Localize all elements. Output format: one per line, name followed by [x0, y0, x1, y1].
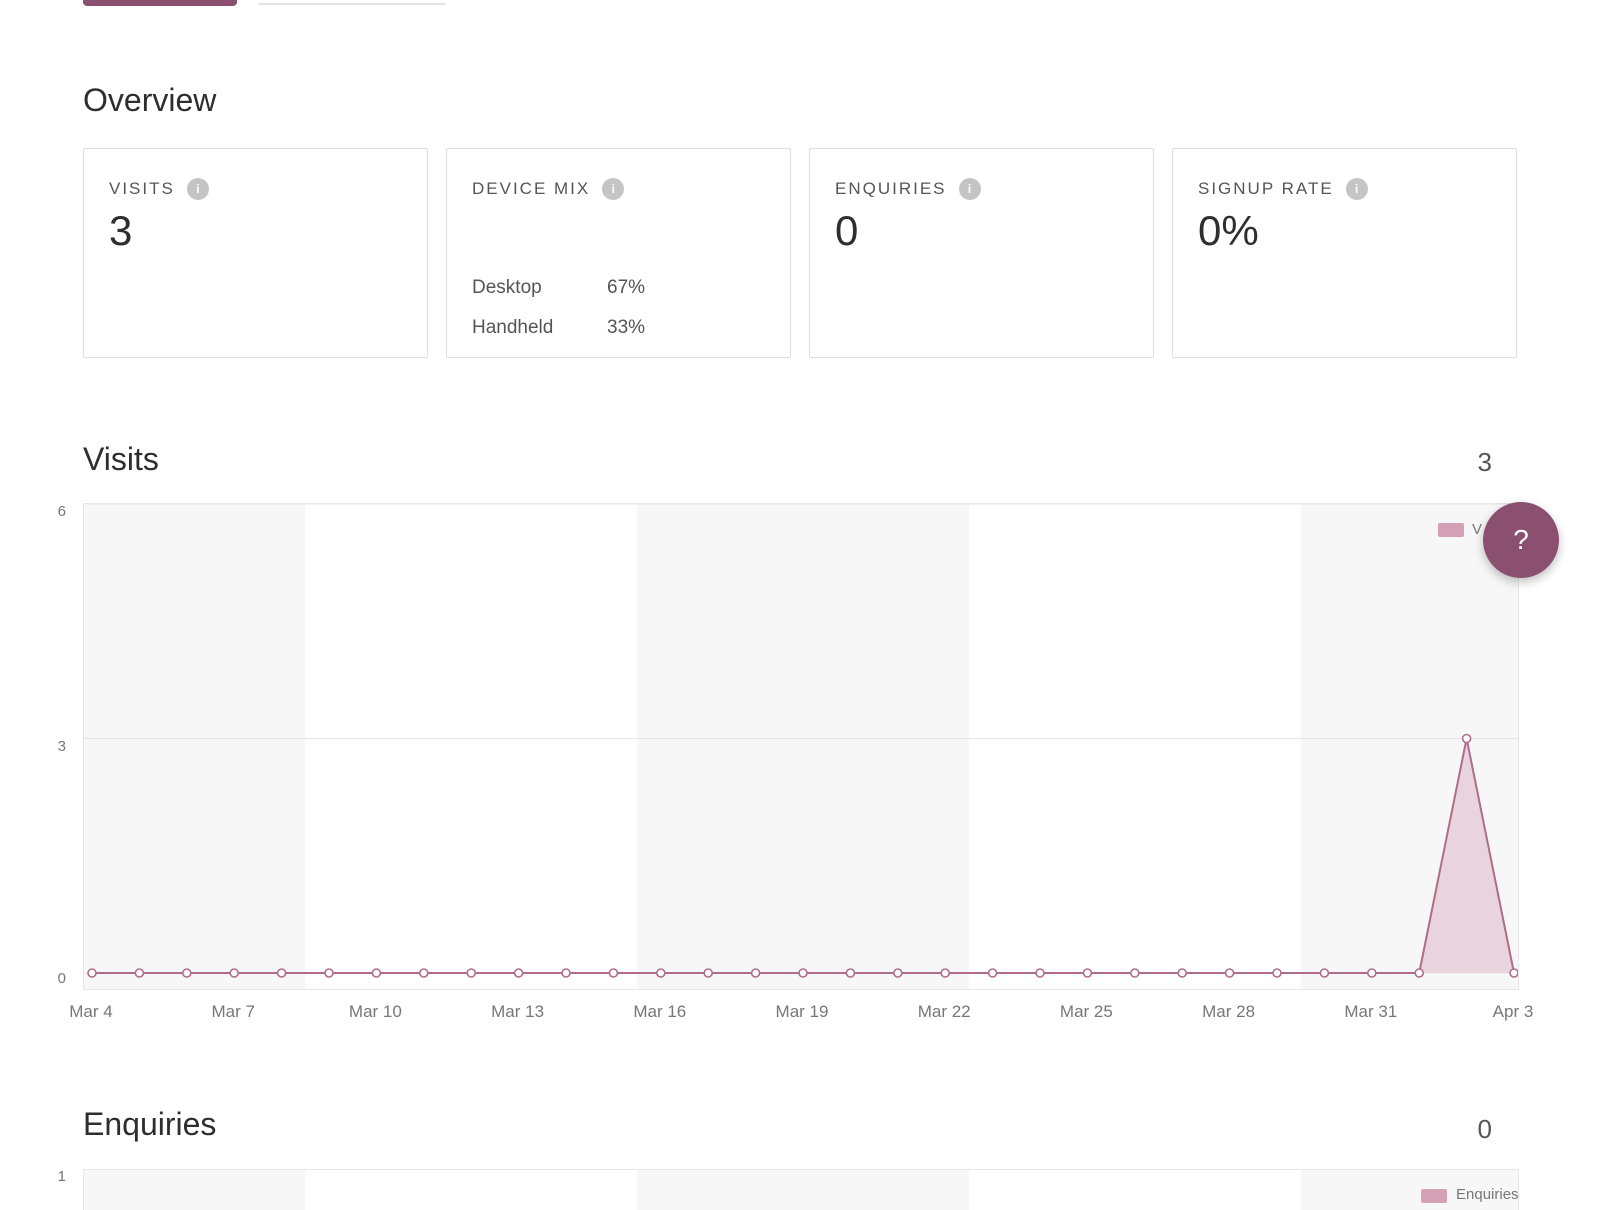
- info-icon[interactable]: i: [1345, 178, 1368, 200]
- visits-total: 3: [1477, 447, 1492, 477]
- signup-rate-card: SIGNUP RATE i 0%: [1172, 148, 1517, 358]
- visits-chart-svg: [84, 504, 1518, 989]
- visits-title: Visits: [83, 441, 159, 477]
- device-pct: 33%: [607, 317, 646, 338]
- visits-card-label-row: VISITS i: [109, 178, 209, 200]
- data-point: [1461, 733, 1472, 744]
- enquiries-chart-svg: [84, 1170, 1518, 1210]
- data-point: [1367, 968, 1377, 978]
- device-name: Desktop: [472, 277, 542, 298]
- help-button[interactable]: ?: [1483, 502, 1559, 578]
- data-point: [87, 968, 97, 978]
- x-tick-label: Mar 7: [211, 1002, 255, 1021]
- data-point: [276, 968, 287, 978]
- info-icon[interactable]: i: [958, 178, 981, 200]
- tab-active[interactable]: [83, 0, 237, 6]
- enquiries-card-label: ENQUIRIES: [835, 179, 947, 198]
- tab-bar: [83, 0, 483, 8]
- data-point: [892, 968, 903, 978]
- x-tick-label: Mar 13: [491, 1002, 545, 1021]
- signup-rate-card-label-row: SIGNUP RATE i: [1198, 178, 1368, 200]
- x-tick-label: Mar 28: [1202, 1002, 1256, 1021]
- data-point: [703, 968, 714, 978]
- overview-title: Overview: [83, 82, 217, 118]
- enquiries-card-label-row: ENQUIRIES i: [835, 178, 981, 200]
- legend-swatch: [1421, 1189, 1447, 1203]
- legend-swatch: [1438, 523, 1464, 537]
- device-pct: 67%: [607, 277, 646, 298]
- enquiries-title: Enquiries: [83, 1106, 217, 1142]
- device-mix-card-label: DEVICE MIX: [472, 179, 591, 198]
- data-point: [655, 968, 666, 978]
- data-point: [561, 968, 571, 978]
- x-tick-label: Apr 3: [1492, 1002, 1534, 1021]
- data-point: [845, 968, 856, 978]
- tab-inactive[interactable]: [258, 3, 446, 5]
- x-tick-label: Mar 19: [775, 1002, 829, 1021]
- x-tick-label: Mar 22: [917, 1002, 971, 1021]
- enquiries-chart: [83, 1169, 1519, 1210]
- legend-label: V: [1472, 521, 1483, 538]
- data-point: [182, 968, 192, 978]
- y-tick-label: 1: [57, 1168, 66, 1185]
- data-point: [1509, 968, 1518, 978]
- data-point: [466, 968, 477, 978]
- device-row-handheld: Handheld 33%: [472, 317, 645, 339]
- enquiries-card: ENQUIRIES i 0: [809, 148, 1154, 358]
- chart-band: [84, 1170, 306, 1210]
- data-point: [987, 968, 998, 978]
- data-point: [134, 968, 145, 978]
- info-icon[interactable]: i: [602, 178, 625, 200]
- x-tick-label: Mar 16: [633, 1002, 687, 1021]
- x-tick-label: Mar 4: [69, 1002, 113, 1021]
- data-point: [371, 968, 382, 978]
- chart-band: [84, 504, 306, 989]
- data-point: [229, 968, 239, 978]
- data-point: [608, 968, 619, 978]
- x-tick-label: Mar 10: [348, 1002, 402, 1021]
- data-point: [1272, 968, 1282, 978]
- data-point: [1414, 968, 1424, 978]
- visits-card: VISITS i 3: [83, 148, 428, 358]
- signup-rate-card-value: 0%: [1198, 207, 1259, 254]
- device-mix-card-label-row: DEVICE MIX i: [472, 178, 625, 200]
- y-tick-label: 0: [57, 970, 66, 987]
- data-point: [513, 968, 524, 978]
- data-point: [798, 968, 808, 978]
- visits-card-value: 3: [109, 207, 133, 254]
- visits-chart: [83, 503, 1519, 990]
- signup-rate-card-label: SIGNUP RATE: [1198, 179, 1334, 198]
- y-tick-label: 6: [57, 503, 66, 520]
- enquiries-total: 0: [1477, 1114, 1492, 1144]
- data-point: [1319, 968, 1330, 978]
- enquiries-card-value: 0: [835, 207, 859, 254]
- chart-band: [637, 1170, 969, 1210]
- x-tick-label: Mar 31: [1344, 1002, 1398, 1021]
- chart-band: [637, 504, 969, 989]
- data-point: [1130, 968, 1140, 978]
- legend-label: Enquiries: [1456, 1186, 1519, 1203]
- data-point: [1177, 968, 1187, 978]
- data-point: [324, 968, 334, 978]
- data-point: [1035, 968, 1045, 978]
- info-icon[interactable]: i: [186, 178, 209, 200]
- y-tick-label: 3: [57, 738, 66, 755]
- visits-card-label: VISITS: [109, 179, 175, 198]
- data-point: [418, 968, 429, 978]
- device-row-desktop: Desktop 67%: [472, 277, 645, 299]
- data-point: [940, 968, 951, 978]
- data-point: [750, 968, 761, 978]
- device-mix-card: DEVICE MIX i Desktop 67% Handheld 33%: [446, 148, 791, 358]
- x-tick-label: Mar 25: [1059, 1002, 1113, 1021]
- data-point: [1224, 968, 1235, 978]
- device-name: Handheld: [472, 317, 554, 338]
- overview-cards: VISITS i 3 DEVICE MIX i Desktop 67% Hand…: [83, 148, 1517, 358]
- data-point: [1082, 968, 1093, 978]
